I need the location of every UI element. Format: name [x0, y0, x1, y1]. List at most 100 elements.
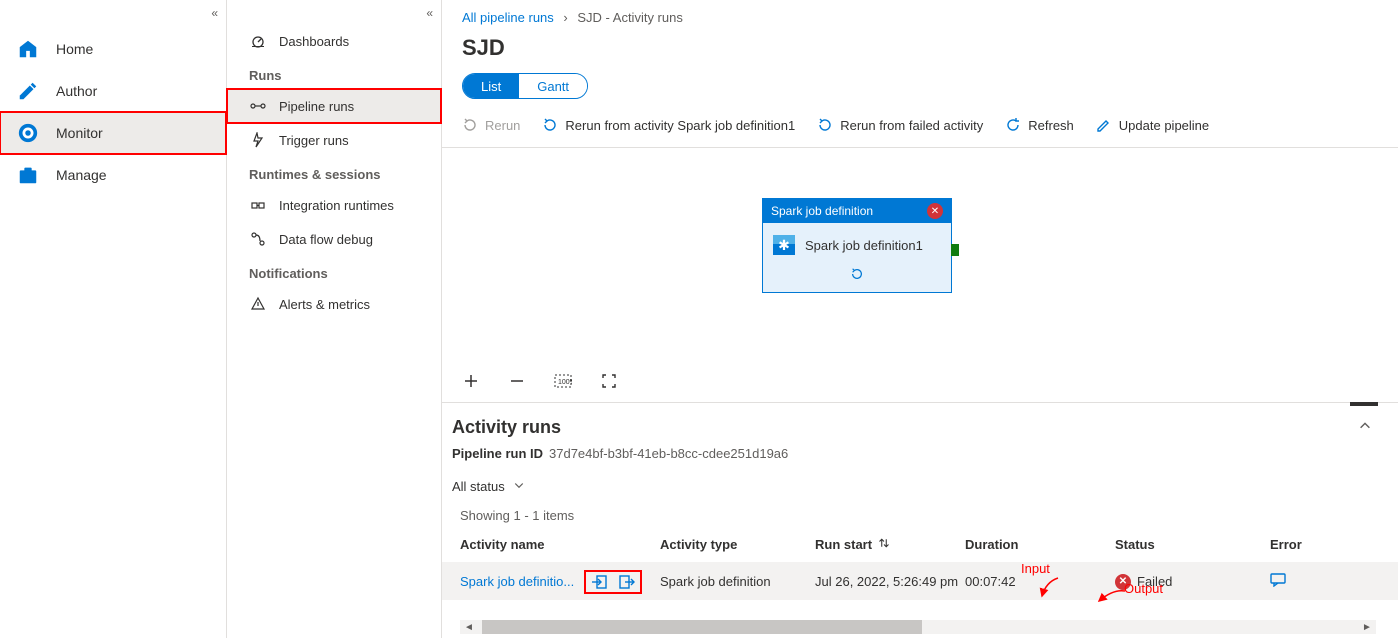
- nav-manage-label: Manage: [56, 167, 107, 183]
- node-refresh-icon[interactable]: [850, 268, 864, 284]
- view-toggle-gantt[interactable]: Gantt: [519, 74, 587, 98]
- toolbar-rerun-failed[interactable]: Rerun from failed activity: [817, 117, 983, 133]
- dashboards-icon: [249, 32, 267, 50]
- nav-home[interactable]: Home: [0, 28, 226, 70]
- nav-monitor[interactable]: Monitor: [0, 112, 226, 154]
- scrollbar-thumb[interactable]: [482, 620, 922, 634]
- nav-home-label: Home: [56, 41, 93, 57]
- output-icon[interactable]: [618, 574, 636, 590]
- failed-icon: ✕: [1115, 574, 1131, 590]
- zoom-in-icon[interactable]: [462, 372, 480, 390]
- run-id-value: 37d7e4bf-b3bf-41eb-b8cc-cdee251d19a6: [549, 446, 788, 461]
- toolbar-rerun[interactable]: Rerun: [462, 117, 520, 133]
- input-icon[interactable]: [590, 574, 608, 590]
- monitor-icon: [16, 121, 40, 145]
- cell-error[interactable]: [1270, 573, 1350, 590]
- sub-nav-data-flow-debug-label: Data flow debug: [279, 232, 373, 247]
- activity-name-link[interactable]: Spark job definitio...: [460, 574, 574, 589]
- alerts-icon: [249, 295, 267, 313]
- sub-nav-runtimes-header: Runtimes & sessions: [227, 157, 441, 188]
- node-output-port[interactable]: [951, 244, 959, 256]
- sub-nav: « Dashboards Runs Pipeline runs Trigger …: [227, 0, 442, 638]
- sub-nav-trigger-runs-label: Trigger runs: [279, 133, 349, 148]
- splitter-handle[interactable]: [1350, 402, 1378, 406]
- toolbar-update-pipeline[interactable]: Update pipeline: [1096, 117, 1209, 133]
- integration-runtimes-icon: [249, 196, 267, 214]
- status-text: Failed: [1137, 574, 1172, 589]
- sub-nav-runs-header: Runs: [227, 58, 441, 89]
- status-filter[interactable]: All status: [452, 479, 525, 494]
- sub-nav-data-flow-debug[interactable]: Data flow debug: [227, 222, 441, 256]
- cell-duration: 00:07:42: [965, 574, 1115, 589]
- canvas-tools: 100%: [462, 372, 618, 390]
- col-activity-type[interactable]: Activity type: [660, 537, 815, 552]
- breadcrumb-root[interactable]: All pipeline runs: [462, 10, 554, 25]
- content-area: All pipeline runs › SJD - Activity runs …: [442, 0, 1398, 638]
- col-status[interactable]: Status: [1115, 537, 1270, 552]
- sub-nav-pipeline-runs[interactable]: Pipeline runs: [227, 89, 441, 123]
- horizontal-scrollbar[interactable]: ◄ ►: [460, 620, 1376, 634]
- sub-nav-integration-runtimes[interactable]: Integration runtimes: [227, 188, 441, 222]
- items-count: Showing 1 - 1 items: [442, 498, 1398, 531]
- node-close-icon[interactable]: ✕: [927, 203, 943, 219]
- nav-author[interactable]: Author: [0, 70, 226, 112]
- toolbar-rerun-failed-label: Rerun from failed activity: [840, 118, 983, 133]
- fit-screen-icon[interactable]: [600, 372, 618, 390]
- col-run-start[interactable]: Run start: [815, 537, 965, 552]
- page-title: SJD: [442, 31, 1398, 73]
- activity-runs-title: Activity runs: [452, 417, 561, 438]
- zoom-out-icon[interactable]: [508, 372, 526, 390]
- update-pipeline-icon: [1096, 117, 1112, 133]
- activity-node[interactable]: Spark job definition ✕ ✱ Spark job defin…: [762, 198, 952, 293]
- rerun-from-icon: [542, 117, 558, 133]
- pipeline-canvas[interactable]: Spark job definition ✕ ✱ Spark job defin…: [442, 148, 1398, 403]
- manage-icon: [16, 163, 40, 187]
- view-toggle-list[interactable]: List: [463, 74, 519, 98]
- view-toggle: List Gantt: [462, 73, 588, 99]
- author-icon: [16, 79, 40, 103]
- sub-nav-notifications-header: Notifications: [227, 256, 441, 287]
- toolbar: Rerun Rerun from activity Spark job defi…: [442, 99, 1398, 148]
- node-tile-icon: ✱: [773, 235, 795, 255]
- sub-nav-alerts-metrics[interactable]: Alerts & metrics: [227, 287, 441, 321]
- cell-run-start: Jul 26, 2022, 5:26:49 pm: [815, 574, 965, 589]
- toolbar-refresh-label: Refresh: [1028, 118, 1074, 133]
- col-activity-name[interactable]: Activity name: [460, 537, 660, 552]
- toolbar-rerun-from-label: Rerun from activity Spark job definition…: [565, 118, 795, 133]
- refresh-icon: [1005, 117, 1021, 133]
- rerun-icon: [462, 117, 478, 133]
- zoom-100-icon[interactable]: 100%: [554, 372, 572, 390]
- sub-nav-trigger-runs[interactable]: Trigger runs: [227, 123, 441, 157]
- col-error[interactable]: Error: [1270, 537, 1350, 552]
- toolbar-refresh[interactable]: Refresh: [1005, 117, 1074, 133]
- sub-nav-dashboards[interactable]: Dashboards: [227, 24, 441, 58]
- toolbar-rerun-label: Rerun: [485, 118, 520, 133]
- activity-runs-table: Activity name Activity type Run start Du…: [442, 531, 1398, 600]
- collapse-sub-nav[interactable]: «: [426, 6, 433, 20]
- table-row[interactable]: Spark job definitio... Spark job definit…: [442, 563, 1398, 600]
- run-id-label: Pipeline run ID: [452, 446, 543, 461]
- sub-nav-integration-runtimes-label: Integration runtimes: [279, 198, 394, 213]
- pipeline-runs-icon: [249, 97, 267, 115]
- svg-text:100%: 100%: [558, 379, 572, 386]
- rerun-failed-icon: [817, 117, 833, 133]
- breadcrumb-sep: ›: [563, 10, 567, 25]
- nav-manage[interactable]: Manage: [0, 154, 226, 196]
- chevron-down-icon: [513, 479, 525, 494]
- data-flow-debug-icon: [249, 230, 267, 248]
- run-id-row: Pipeline run ID 37d7e4bf-b3bf-41eb-b8cc-…: [442, 442, 1398, 471]
- home-icon: [16, 37, 40, 61]
- sub-nav-dashboards-label: Dashboards: [279, 34, 349, 49]
- cell-status: ✕ Failed: [1115, 574, 1270, 590]
- nav-author-label: Author: [56, 83, 97, 99]
- collapse-section-icon[interactable]: [1358, 419, 1372, 436]
- main-nav: « Home Author Monitor Manage: [0, 0, 227, 638]
- cell-activity-name: Spark job definitio...: [460, 574, 660, 590]
- cell-activity-type: Spark job definition: [660, 574, 815, 589]
- scroll-right-arrow[interactable]: ►: [1360, 620, 1374, 634]
- scroll-left-arrow[interactable]: ◄: [462, 620, 476, 634]
- sub-nav-pipeline-runs-label: Pipeline runs: [279, 99, 354, 114]
- toolbar-rerun-from[interactable]: Rerun from activity Spark job definition…: [542, 117, 795, 133]
- col-duration[interactable]: Duration: [965, 537, 1115, 552]
- collapse-main-nav[interactable]: «: [211, 6, 218, 20]
